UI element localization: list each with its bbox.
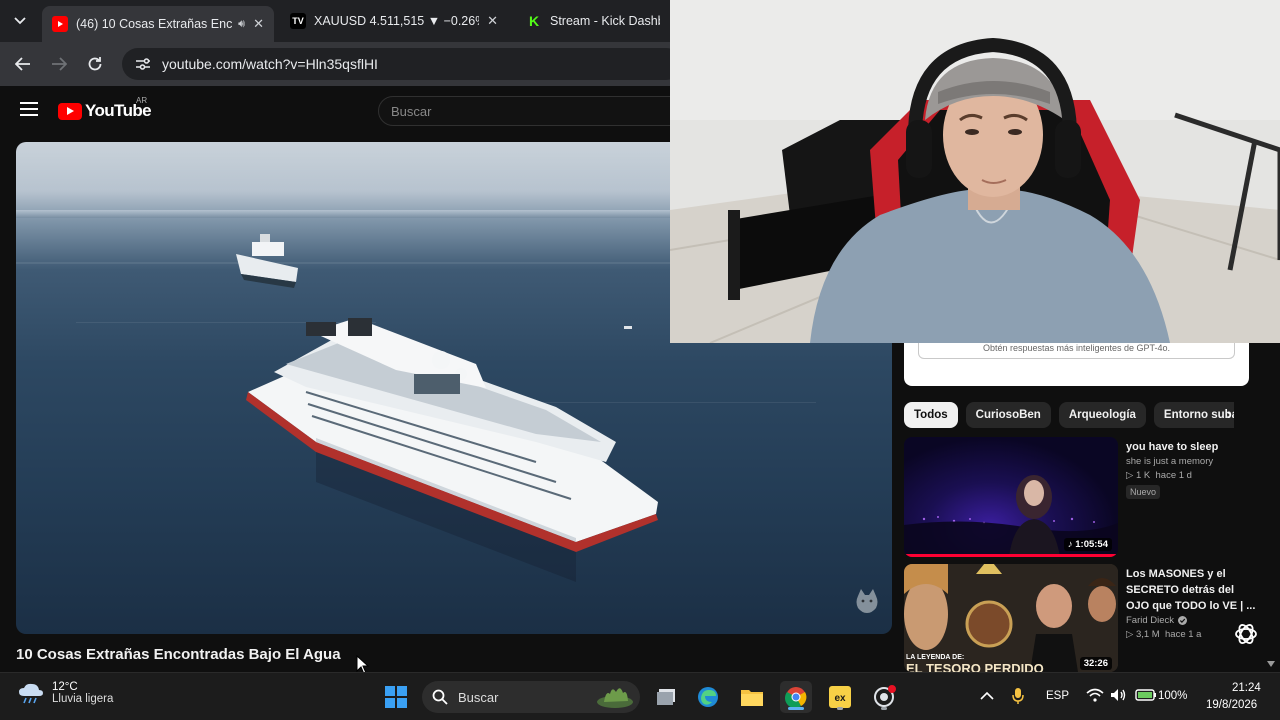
active-app-indicator — [788, 707, 804, 710]
gear-app-icon — [874, 685, 896, 707]
site-settings-icon[interactable] — [132, 53, 154, 75]
battery-charging-icon[interactable] — [1135, 688, 1157, 702]
wifi-icon[interactable] — [1086, 688, 1104, 702]
taskbar-search-box[interactable]: Buscar — [422, 681, 640, 713]
channel-name[interactable]: she is just a memory — [1126, 456, 1256, 467]
play-icon: ▷ — [1126, 470, 1136, 481]
close-tab-icon[interactable]: ✕ — [253, 16, 264, 32]
start-button[interactable] — [380, 681, 412, 713]
windows-logo-icon — [385, 686, 407, 708]
reload-icon — [88, 57, 102, 71]
rain-cloud-icon — [19, 683, 43, 704]
webcam-overlay — [670, 0, 1280, 343]
youtube-logo[interactable]: YouTube AR — [58, 96, 152, 121]
chevron-right-icon[interactable]: › — [1218, 402, 1240, 428]
edge-icon — [698, 687, 718, 707]
url-text: youtube.com/watch?v=Hln35qsflHI — [162, 56, 378, 72]
channel-watermark-icon[interactable] — [852, 586, 882, 616]
recommendation-item[interactable]: LA LEYENDA DE: EL TESORO PERDIDO 32:26 L… — [904, 564, 1264, 672]
weather-temperature: 12°C — [52, 681, 78, 693]
tab-youtube[interactable]: (46) 10 Cosas Extrañas Encontradas Bajo … — [42, 6, 274, 42]
recommendation-title[interactable]: Los MASONES y el SECRETO detrás del OJO … — [1126, 566, 1256, 614]
battery-percent: 100% — [1158, 690, 1188, 702]
folder-icon — [741, 690, 763, 706]
back-button[interactable] — [8, 50, 38, 78]
app-indicator — [881, 707, 887, 710]
edge-button[interactable] — [692, 681, 724, 713]
clock-time[interactable]: 21:24 — [1232, 682, 1261, 694]
chrome-button[interactable] — [780, 681, 812, 713]
chip-arqueologia[interactable]: Arqueología — [1058, 402, 1146, 428]
svg-text:ex: ex — [834, 693, 846, 704]
video-thumbnail[interactable]: ♪ 1:05:54 — [904, 437, 1118, 557]
recommendation-item[interactable]: ♪ 1:05:54 you have to sleep she is just … — [904, 437, 1264, 557]
country-code: AR — [136, 96, 148, 105]
play-icon: ▷ — [1126, 629, 1136, 640]
menu-icon[interactable] — [20, 102, 38, 116]
arrow-right-icon — [52, 57, 67, 71]
tab-title: Stream - Kick Dashboard — [550, 14, 660, 28]
chevron-down-icon — [14, 17, 26, 25]
task-view-icon — [657, 689, 675, 705]
webcam-scene — [670, 0, 1280, 343]
task-view-button[interactable] — [650, 681, 682, 713]
tab-search-button[interactable] — [6, 7, 34, 35]
speaker-icon[interactable]: 🔊︎ — [238, 18, 245, 31]
video-stats: ▷ 1 K hace 1 d — [1126, 470, 1192, 481]
youtube-search-input[interactable]: Buscar — [378, 96, 678, 126]
thumbnail-caption: LA LEYENDA DE: — [906, 654, 965, 661]
app-indicator — [837, 707, 843, 710]
address-bar[interactable]: youtube.com/watch?v=Hln35qsflHI — [122, 48, 682, 80]
exness-icon: ex — [829, 686, 851, 708]
screen: (46) 10 Cosas Extrañas Encontradas Bajo … — [0, 0, 1280, 720]
tab-title: XAUUSD 4.511,515 ▼ −0.26% Sin nombre — [314, 14, 479, 28]
video-title: 10 Cosas Extrañas Encontradas Bajo El Ag… — [16, 646, 341, 663]
microphone-icon[interactable] — [1012, 687, 1024, 705]
weather-widget[interactable]: 12°C Lluvia ligera — [18, 681, 113, 705]
tradingview-icon: TV — [290, 13, 306, 29]
weather-description: Lluvia ligera — [52, 693, 114, 705]
exness-button[interactable]: ex — [824, 681, 856, 713]
ai-assistant-icon[interactable] — [1231, 619, 1261, 649]
kick-icon: K — [526, 13, 542, 29]
youtube-icon — [52, 16, 68, 32]
chevron-up-icon[interactable] — [980, 691, 994, 700]
duration-badge: ♪ 1:05:54 — [1063, 538, 1112, 551]
ad-card[interactable]: Obtén respuestas más inteligentes de GPT… — [904, 340, 1249, 386]
scroll-down-icon[interactable] — [1266, 660, 1276, 668]
chrome-icon — [785, 687, 807, 708]
youtube-play-icon — [58, 102, 82, 120]
tab-kick[interactable]: K Stream - Kick Dashboard — [516, 6, 670, 36]
duration-badge: 32:26 — [1079, 657, 1112, 670]
close-tab-icon[interactable]: ✕ — [487, 13, 498, 29]
watch-progress-bar — [904, 554, 1118, 557]
windows-taskbar: 12°C Lluvia ligera Buscar ex ESP 100% 21… — [0, 672, 1280, 720]
language-indicator[interactable]: ESP — [1046, 690, 1069, 702]
arrow-left-icon — [15, 57, 30, 71]
chip-curiosoben[interactable]: CuriosoBen — [965, 402, 1051, 428]
forward-button[interactable] — [44, 50, 74, 78]
clock-date[interactable]: 19/8/2026 — [1206, 699, 1257, 711]
search-highlight-icon — [597, 688, 633, 708]
file-explorer-button[interactable] — [736, 681, 768, 713]
thumbnail-headline: EL TESORO PERDIDO — [906, 661, 1044, 672]
recommendation-meta: you have to sleep she is just a memory ▷… — [1126, 439, 1256, 500]
distant-ship — [236, 234, 298, 288]
chip-todos[interactable]: Todos — [904, 402, 958, 428]
tab-tradingview[interactable]: TV XAUUSD 4.511,515 ▼ −0.26% Sin nombre … — [280, 6, 508, 36]
reload-button[interactable] — [80, 50, 110, 78]
recommendation-title[interactable]: you have to sleep — [1126, 439, 1256, 455]
new-badge: Nuevo — [1126, 485, 1161, 499]
video-thumbnail[interactable]: LA LEYENDA DE: EL TESORO PERDIDO 32:26 — [904, 564, 1118, 672]
search-icon — [432, 689, 448, 705]
taskbar-search-label: Buscar — [458, 689, 499, 705]
verified-check-icon — [1178, 616, 1188, 625]
tab-title: (46) 10 Cosas Extrañas Encontradas Bajo … — [76, 17, 233, 31]
app-button[interactable] — [868, 681, 900, 713]
volume-icon[interactable] — [1110, 688, 1126, 702]
filter-chips: Todos CuriosoBen Arqueología Entorno sub… — [904, 402, 1234, 428]
